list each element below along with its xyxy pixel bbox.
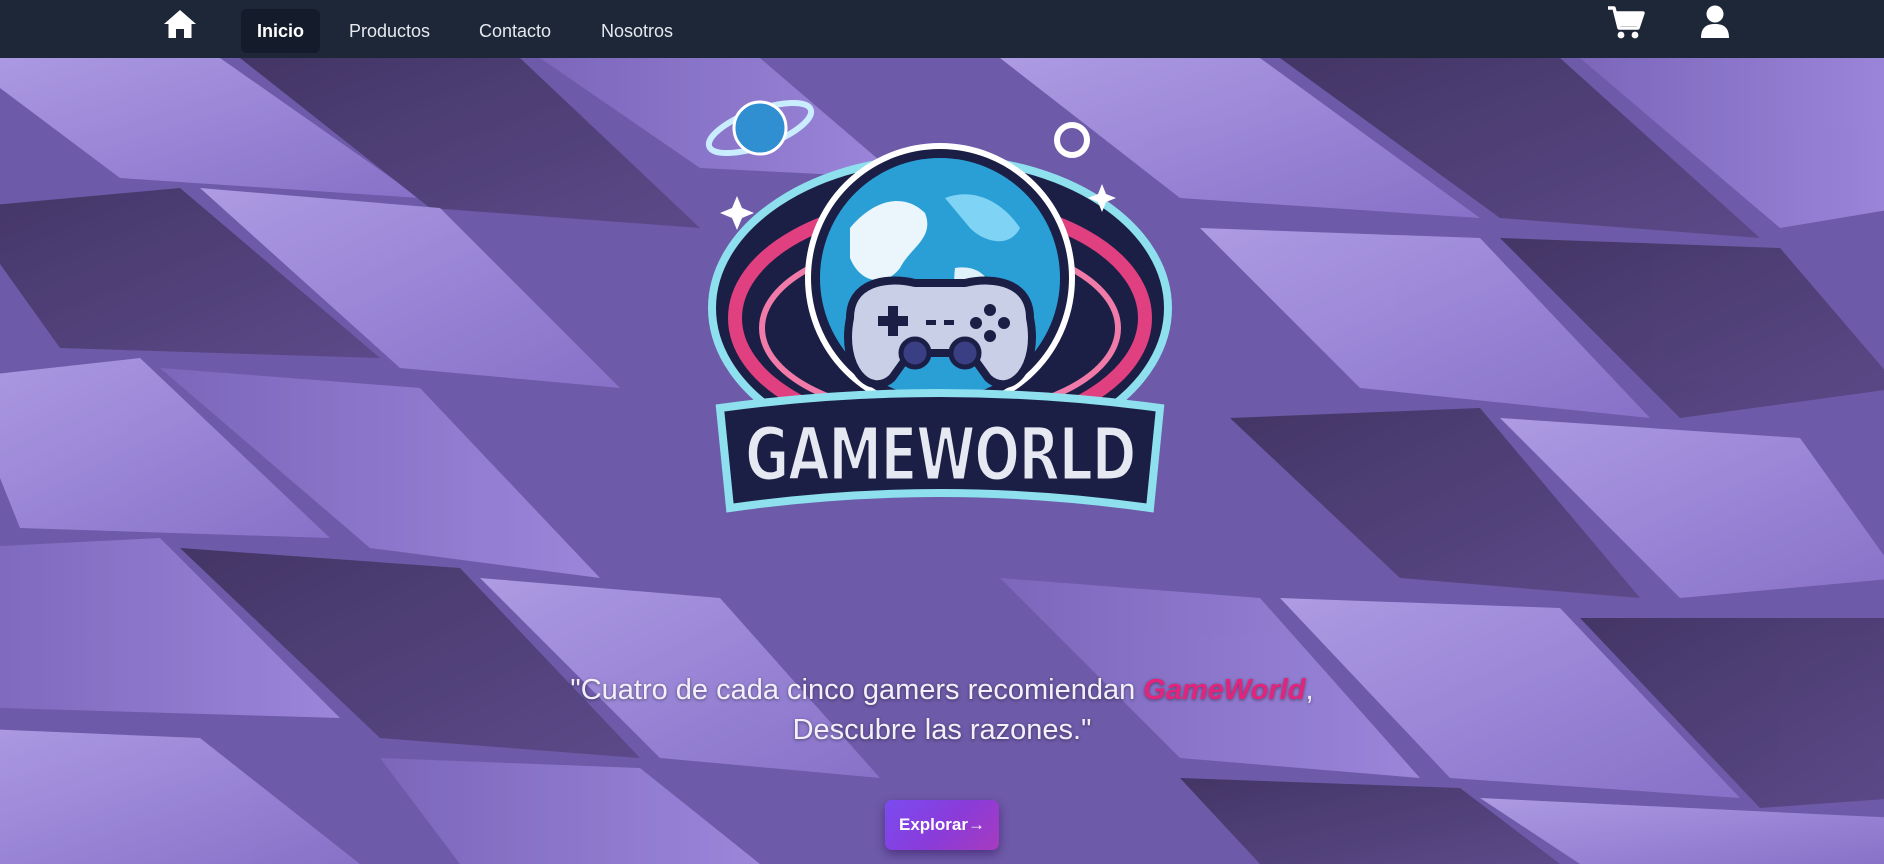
tagline-brand: GameWorld — [1143, 674, 1306, 706]
nav-link-productos[interactable]: Productos — [349, 9, 430, 53]
tagline-text-start: "Cuatro de cada cinco gamers recomiendan — [570, 674, 1144, 706]
explore-button[interactable]: Explorar→ — [885, 800, 999, 850]
hero-section: GAMEWORLD "Cuatro de cada cinco gamers r… — [0, 58, 1884, 864]
nav-home-link[interactable] — [160, 6, 200, 42]
nav-link-inicio[interactable]: Inicio — [241, 9, 321, 53]
nav-link-contacto[interactable]: Contacto — [479, 9, 551, 53]
cart-icon — [1608, 6, 1645, 39]
logo-wordmark: GAMEWORLD — [745, 412, 1135, 498]
tagline-comma: , — [1305, 674, 1314, 706]
top-navbar: Inicio Productos Contacto Nosotros — [0, 0, 1884, 58]
nav-link-nosotros[interactable]: Nosotros — [601, 9, 673, 53]
user-account-button[interactable] — [1698, 2, 1732, 42]
tagline-line-2: Descubre las razones." — [792, 714, 1092, 746]
gameworld-logo: GAMEWORLD — [705, 99, 1172, 513]
user-icon — [1701, 5, 1729, 38]
home-icon — [164, 10, 196, 38]
cart-button[interactable] — [1606, 2, 1646, 42]
tagline-line-1: "Cuatro de cada cinco gamers recomiendan… — [442, 670, 1442, 710]
hero-tagline: "Cuatro de cada cinco gamers recomiendan… — [442, 670, 1442, 750]
